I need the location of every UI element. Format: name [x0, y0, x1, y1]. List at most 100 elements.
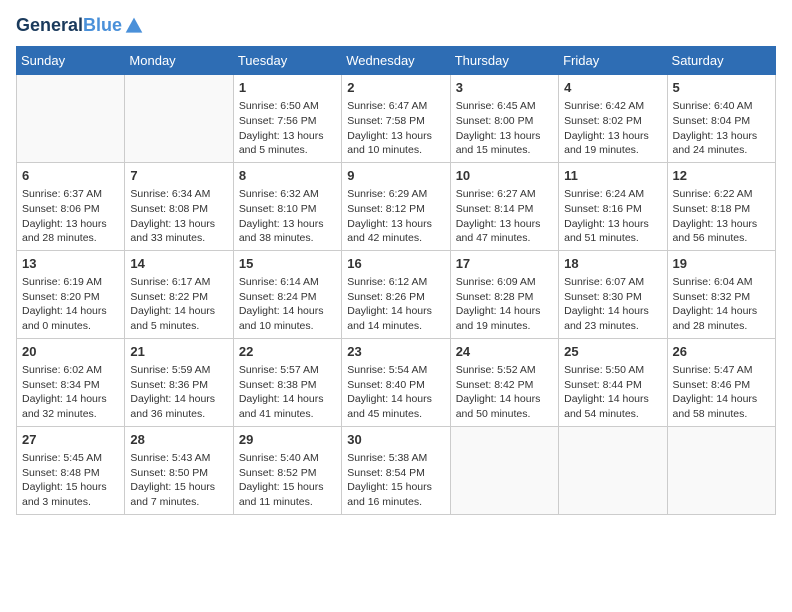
day-number: 5	[673, 79, 770, 97]
day-info: Sunrise: 5:54 AM Sunset: 8:40 PM Dayligh…	[347, 363, 444, 422]
day-info: Sunrise: 5:52 AM Sunset: 8:42 PM Dayligh…	[456, 363, 553, 422]
day-cell: 24 Sunrise: 5:52 AM Sunset: 8:42 PM Dayli…	[450, 338, 558, 426]
day-info: Sunrise: 5:40 AM Sunset: 8:52 PM Dayligh…	[239, 451, 336, 510]
day-info: Sunrise: 6:02 AM Sunset: 8:34 PM Dayligh…	[22, 363, 119, 422]
day-info: Sunrise: 6:27 AM Sunset: 8:14 PM Dayligh…	[456, 187, 553, 246]
day-number: 22	[239, 343, 336, 361]
day-number: 1	[239, 79, 336, 97]
day-info: Sunrise: 5:47 AM Sunset: 8:46 PM Dayligh…	[673, 363, 770, 422]
day-cell: 27 Sunrise: 5:45 AM Sunset: 8:48 PM Dayli…	[17, 426, 125, 514]
week-row-5: 27 Sunrise: 5:45 AM Sunset: 8:48 PM Dayli…	[17, 426, 776, 514]
day-info: Sunrise: 5:57 AM Sunset: 8:38 PM Dayligh…	[239, 363, 336, 422]
day-cell: 12 Sunrise: 6:22 AM Sunset: 8:18 PM Dayli…	[667, 162, 775, 250]
weekday-header-row: SundayMondayTuesdayWednesdayThursdayFrid…	[17, 47, 776, 75]
day-info: Sunrise: 6:09 AM Sunset: 8:28 PM Dayligh…	[456, 275, 553, 334]
day-number: 23	[347, 343, 444, 361]
day-number: 26	[673, 343, 770, 361]
day-cell: 2Sunrise: 6:47 AM Sunset: 7:58 PM Daylig…	[342, 75, 450, 163]
day-number: 10	[456, 167, 553, 185]
day-number: 13	[22, 255, 119, 273]
day-info: Sunrise: 5:59 AM Sunset: 8:36 PM Dayligh…	[130, 363, 227, 422]
day-cell: 28Sunrise: 5:43 AM Sunset: 8:50 PM Dayli…	[125, 426, 233, 514]
day-cell: 15 Sunrise: 6:14 AM Sunset: 8:24 PM Dayli…	[233, 250, 341, 338]
day-cell: 26 Sunrise: 5:47 AM Sunset: 8:46 PM Dayli…	[667, 338, 775, 426]
week-row-3: 13 Sunrise: 6:19 AM Sunset: 8:20 PM Dayli…	[17, 250, 776, 338]
day-cell: 29 Sunrise: 5:40 AM Sunset: 8:52 PM Dayli…	[233, 426, 341, 514]
day-info: Sunrise: 6:04 AM Sunset: 8:32 PM Dayligh…	[673, 275, 770, 334]
week-row-1: 1 Sunrise: 6:50 AM Sunset: 7:56 PM Daylig…	[17, 75, 776, 163]
logo-text: GeneralBlue	[16, 16, 122, 36]
day-number: 20	[22, 343, 119, 361]
day-cell	[667, 426, 775, 514]
day-number: 14	[130, 255, 227, 273]
day-info: Sunrise: 6:17 AM Sunset: 8:22 PM Dayligh…	[130, 275, 227, 334]
day-number: 30	[347, 431, 444, 449]
day-info: Sunrise: 5:50 AM Sunset: 8:44 PM Dayligh…	[564, 363, 661, 422]
weekday-header-saturday: Saturday	[667, 47, 775, 75]
day-cell: 11 Sunrise: 6:24 AM Sunset: 8:16 PM Dayli…	[559, 162, 667, 250]
day-info: Sunrise: 6:40 AM Sunset: 8:04 PM Dayligh…	[673, 99, 770, 158]
day-cell	[17, 75, 125, 163]
day-cell: 16 Sunrise: 6:12 AM Sunset: 8:26 PM Dayli…	[342, 250, 450, 338]
day-number: 16	[347, 255, 444, 273]
weekday-header-thursday: Thursday	[450, 47, 558, 75]
calendar-table: SundayMondayTuesdayWednesdayThursdayFrid…	[16, 46, 776, 515]
day-info: Sunrise: 6:14 AM Sunset: 8:24 PM Dayligh…	[239, 275, 336, 334]
day-cell: 1 Sunrise: 6:50 AM Sunset: 7:56 PM Daylig…	[233, 75, 341, 163]
header: GeneralBlue	[16, 16, 776, 36]
day-cell: 10 Sunrise: 6:27 AM Sunset: 8:14 PM Dayli…	[450, 162, 558, 250]
day-info: Sunrise: 6:50 AM Sunset: 7:56 PM Dayligh…	[239, 99, 336, 158]
day-info: Sunrise: 6:12 AM Sunset: 8:26 PM Dayligh…	[347, 275, 444, 334]
day-cell: 18 Sunrise: 6:07 AM Sunset: 8:30 PM Dayli…	[559, 250, 667, 338]
day-cell: 19 Sunrise: 6:04 AM Sunset: 8:32 PM Dayli…	[667, 250, 775, 338]
day-number: 19	[673, 255, 770, 273]
day-number: 11	[564, 167, 661, 185]
day-info: Sunrise: 6:34 AM Sunset: 8:08 PM Dayligh…	[130, 187, 227, 246]
day-number: 15	[239, 255, 336, 273]
day-number: 9	[347, 167, 444, 185]
day-info: Sunrise: 6:24 AM Sunset: 8:16 PM Dayligh…	[564, 187, 661, 246]
day-info: Sunrise: 5:45 AM Sunset: 8:48 PM Dayligh…	[22, 451, 119, 510]
day-number: 18	[564, 255, 661, 273]
day-number: 12	[673, 167, 770, 185]
day-cell	[125, 75, 233, 163]
day-cell: 21 Sunrise: 5:59 AM Sunset: 8:36 PM Dayli…	[125, 338, 233, 426]
day-cell: 5 Sunrise: 6:40 AM Sunset: 8:04 PM Daylig…	[667, 75, 775, 163]
day-cell: 17 Sunrise: 6:09 AM Sunset: 8:28 PM Dayli…	[450, 250, 558, 338]
day-cell: 6 Sunrise: 6:37 AM Sunset: 8:06 PM Daylig…	[17, 162, 125, 250]
weekday-header-wednesday: Wednesday	[342, 47, 450, 75]
day-number: 7	[130, 167, 227, 185]
day-number: 25	[564, 343, 661, 361]
day-number: 29	[239, 431, 336, 449]
day-info: Sunrise: 6:37 AM Sunset: 8:06 PM Dayligh…	[22, 187, 119, 246]
day-info: Sunrise: 6:29 AM Sunset: 8:12 PM Dayligh…	[347, 187, 444, 246]
weekday-header-monday: Monday	[125, 47, 233, 75]
weekday-header-tuesday: Tuesday	[233, 47, 341, 75]
logo-icon	[124, 16, 144, 36]
weekday-header-sunday: Sunday	[17, 47, 125, 75]
week-row-2: 6 Sunrise: 6:37 AM Sunset: 8:06 PM Daylig…	[17, 162, 776, 250]
day-number: 6	[22, 167, 119, 185]
day-info: Sunrise: 6:19 AM Sunset: 8:20 PM Dayligh…	[22, 275, 119, 334]
day-number: 2	[347, 79, 444, 97]
weekday-header-friday: Friday	[559, 47, 667, 75]
day-number: 3	[456, 79, 553, 97]
day-cell: 13 Sunrise: 6:19 AM Sunset: 8:20 PM Dayli…	[17, 250, 125, 338]
day-cell: 22 Sunrise: 5:57 AM Sunset: 8:38 PM Dayli…	[233, 338, 341, 426]
day-cell: 9 Sunrise: 6:29 AM Sunset: 8:12 PM Daylig…	[342, 162, 450, 250]
day-cell	[450, 426, 558, 514]
day-number: 24	[456, 343, 553, 361]
logo: GeneralBlue	[16, 16, 144, 36]
day-info: Sunrise: 6:22 AM Sunset: 8:18 PM Dayligh…	[673, 187, 770, 246]
day-number: 27	[22, 431, 119, 449]
day-number: 17	[456, 255, 553, 273]
day-cell: 7 Sunrise: 6:34 AM Sunset: 8:08 PM Daylig…	[125, 162, 233, 250]
day-cell: 20 Sunrise: 6:02 AM Sunset: 8:34 PM Dayli…	[17, 338, 125, 426]
day-number: 21	[130, 343, 227, 361]
day-cell: 14 Sunrise: 6:17 AM Sunset: 8:22 PM Dayli…	[125, 250, 233, 338]
day-info: Sunrise: 6:07 AM Sunset: 8:30 PM Dayligh…	[564, 275, 661, 334]
day-info: Sunrise: 5:38 AM Sunset: 8:54 PM Dayligh…	[347, 451, 444, 510]
day-info: Sunrise: 5:43 AM Sunset: 8:50 PM Dayligh…	[130, 451, 227, 510]
day-number: 4	[564, 79, 661, 97]
day-info: Sunrise: 6:45 AM Sunset: 8:00 PM Dayligh…	[456, 99, 553, 158]
